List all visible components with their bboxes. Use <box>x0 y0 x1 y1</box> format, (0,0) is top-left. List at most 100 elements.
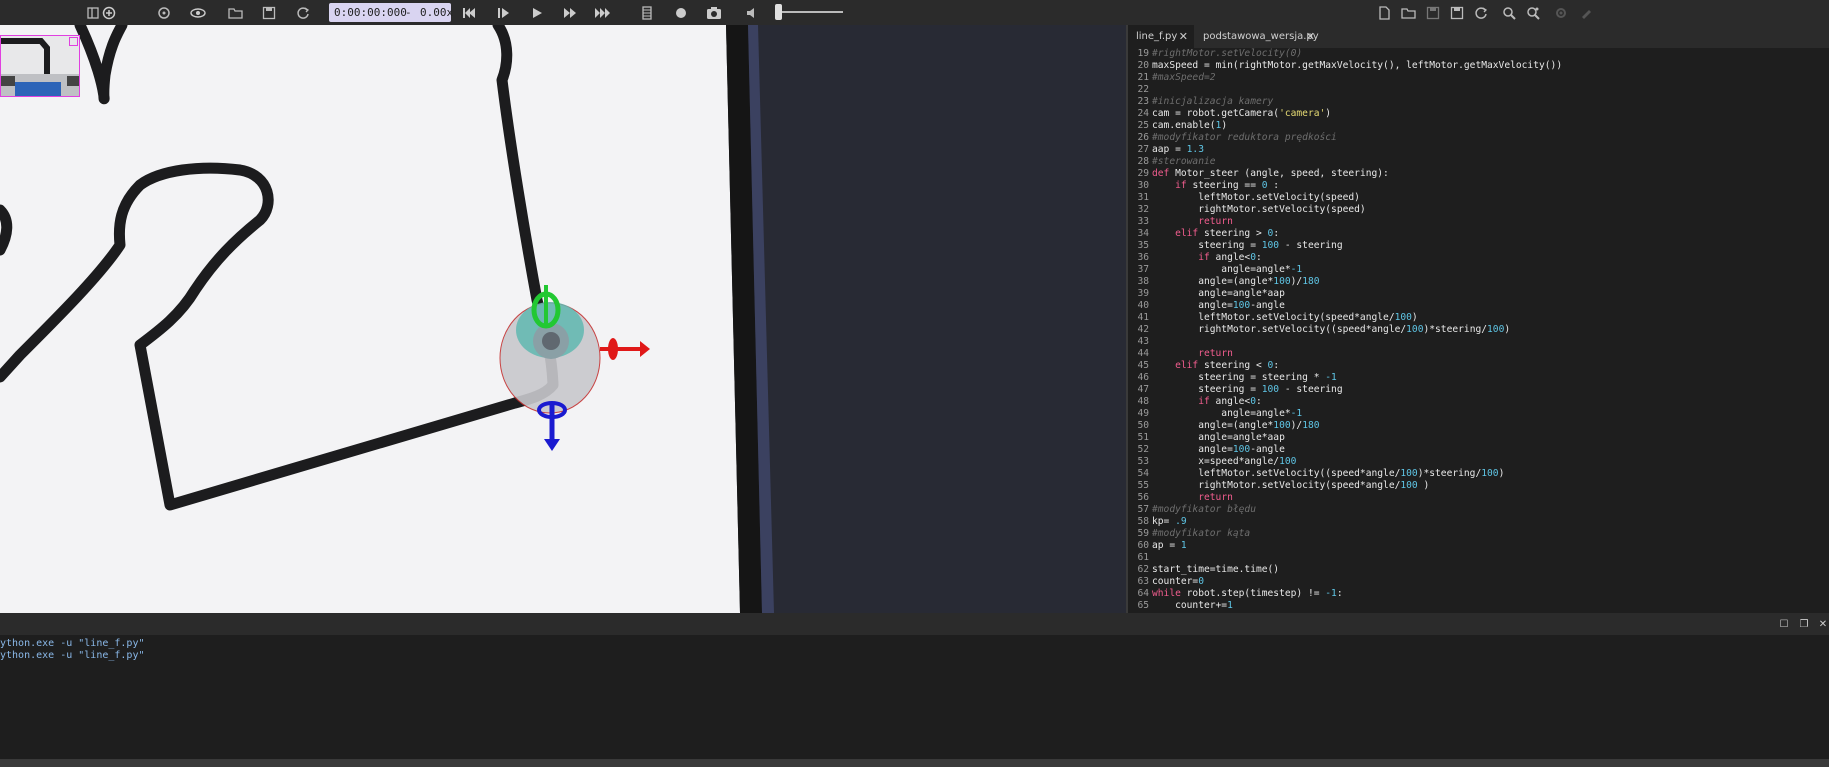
code-token: angle=angle*aap <box>1152 288 1285 299</box>
code-token: while <box>1152 588 1187 599</box>
tab-label: line_f.py <box>1136 31 1178 42</box>
line-number: 22 <box>1137 84 1149 95</box>
code-token: 100 <box>1232 300 1251 311</box>
volume-slider-handle[interactable] <box>775 4 782 20</box>
code-editor[interactable]: 19 #rightMotor.setVelocity(0) 20 maxSpeed =… <box>1128 48 1829 613</box>
close-icon[interactable]: ✕ <box>1816 617 1829 631</box>
code-token: rightMotor.setVelocity(speed*angle/ <box>1152 480 1401 491</box>
line-number: 41 <box>1137 312 1149 323</box>
time-value: 0:00:00:000 <box>334 6 407 19</box>
code-token: .9 <box>1175 516 1187 527</box>
code-token: angle=(angle* <box>1152 276 1274 287</box>
save-file-icon[interactable] <box>1422 3 1444 23</box>
reload-view-icon[interactable] <box>153 3 175 23</box>
console-title-bar: ☐ ❐ ✕ <box>0 613 1829 635</box>
replace-icon[interactable] <box>1522 3 1544 23</box>
code-token: angle< <box>1215 252 1251 263</box>
line-number: 19 <box>1137 48 1149 59</box>
line-number: 25 <box>1137 120 1149 131</box>
camera-overlay-close-icon[interactable] <box>69 37 78 46</box>
code-token: steering = <box>1152 384 1262 395</box>
code-token: : <box>1336 588 1343 599</box>
play-icon[interactable] <box>526 3 548 23</box>
code-line: 49 angle=angle*-1 <box>1128 408 1302 420</box>
code-line: 52 angle=100-angle <box>1128 444 1284 456</box>
line-number: 55 <box>1137 480 1149 491</box>
volume-slider[interactable] <box>777 11 843 13</box>
code-token: kp= <box>1152 516 1176 527</box>
line-number: 65 <box>1137 600 1149 611</box>
code-line: 19 #rightMotor.setVelocity(0) <box>1128 48 1302 60</box>
open-file-icon[interactable] <box>1398 3 1420 23</box>
code-token: 1.3 <box>1186 144 1204 155</box>
code-token: def <box>1152 168 1176 179</box>
code-token: if <box>1198 252 1216 263</box>
fast-forward-icon[interactable] <box>559 3 581 23</box>
code-token: steering > <box>1204 228 1268 239</box>
eye-icon[interactable] <box>187 3 209 23</box>
volume-icon[interactable] <box>741 3 763 23</box>
new-file-icon[interactable] <box>1373 3 1395 23</box>
code-token: return <box>1198 348 1233 359</box>
code-line: 26 #modyfikator reduktora prędkości <box>1128 132 1336 144</box>
fastest-icon[interactable] <box>592 3 614 23</box>
code-line: 38 angle=(angle*100)/180 <box>1128 276 1319 288</box>
revert-world-icon[interactable] <box>292 3 314 23</box>
line-number: 29 <box>1137 168 1149 179</box>
record-icon[interactable] <box>670 3 692 23</box>
code-token: #inicjalizacja kamery <box>1152 96 1274 107</box>
line-number: 38 <box>1137 276 1149 287</box>
code-token: if <box>1198 396 1216 407</box>
line-number: 37 <box>1137 264 1149 275</box>
code-line: 37 angle=angle*-1 <box>1128 264 1302 276</box>
close-icon[interactable]: ✕ <box>1306 30 1315 43</box>
code-token: elif <box>1175 228 1204 239</box>
console-output[interactable]: ython.exe -u "line_f.py" ython.exe -u "l… <box>0 635 1829 759</box>
screenshot-icon[interactable] <box>703 3 725 23</box>
revert-file-icon[interactable] <box>1470 3 1492 23</box>
line-number: 44 <box>1137 348 1149 359</box>
code-token: -1 <box>1290 408 1303 419</box>
code-token: 100 <box>1279 456 1297 467</box>
save-as-icon[interactable] <box>1446 3 1468 23</box>
code-token: ) <box>1221 120 1228 131</box>
add-node-icon[interactable] <box>98 3 120 23</box>
code-token: angle=angle*aap <box>1152 432 1285 443</box>
line-number: 52 <box>1137 444 1149 455</box>
line-number: 35 <box>1137 240 1149 251</box>
code-line: 31 leftMotor.setVelocity(speed) <box>1128 192 1360 204</box>
close-icon[interactable]: ✕ <box>1179 30 1188 43</box>
line-number: 53 <box>1137 456 1149 467</box>
code-line: 29 def Motor_steer (angle, speed, steerin… <box>1128 168 1388 180</box>
code-token: #modyfikator błędu <box>1152 504 1256 515</box>
restore-icon[interactable]: ❐ <box>1797 617 1811 631</box>
simulation-scene[interactable] <box>0 25 1126 613</box>
step-back-icon[interactable] <box>458 3 480 23</box>
clean-icon[interactable] <box>1575 3 1597 23</box>
code-line: 54 leftMotor.setVelocity((speed*angle/10… <box>1128 468 1504 480</box>
movie-icon[interactable] <box>636 3 658 23</box>
code-token: return <box>1198 216 1233 227</box>
step-icon[interactable] <box>493 3 515 23</box>
camera-overlay[interactable] <box>0 35 80 97</box>
line-number: 56 <box>1137 492 1149 503</box>
line-number: 32 <box>1137 204 1149 215</box>
compile-icon[interactable] <box>1550 3 1572 23</box>
line-number: 28 <box>1137 156 1149 167</box>
code-line: 50 angle=(angle*100)/180 <box>1128 420 1319 432</box>
code-token: rightMotor.setVelocity(speed) <box>1152 204 1366 215</box>
maximize-icon[interactable]: ☐ <box>1777 617 1791 631</box>
line-number: 58 <box>1137 516 1149 527</box>
3d-viewport[interactable] <box>0 25 1126 613</box>
open-world-icon[interactable] <box>225 3 247 23</box>
tab-line-f[interactable]: line_f.py ✕ <box>1128 25 1194 48</box>
save-world-icon[interactable] <box>258 3 280 23</box>
speed-value: 0.00x <box>420 6 454 19</box>
tab-podstawowa-wersja[interactable]: podstawowa_wersja.py ✕ <box>1195 25 1321 48</box>
line-number: 24 <box>1137 108 1149 119</box>
find-icon[interactable] <box>1498 3 1520 23</box>
